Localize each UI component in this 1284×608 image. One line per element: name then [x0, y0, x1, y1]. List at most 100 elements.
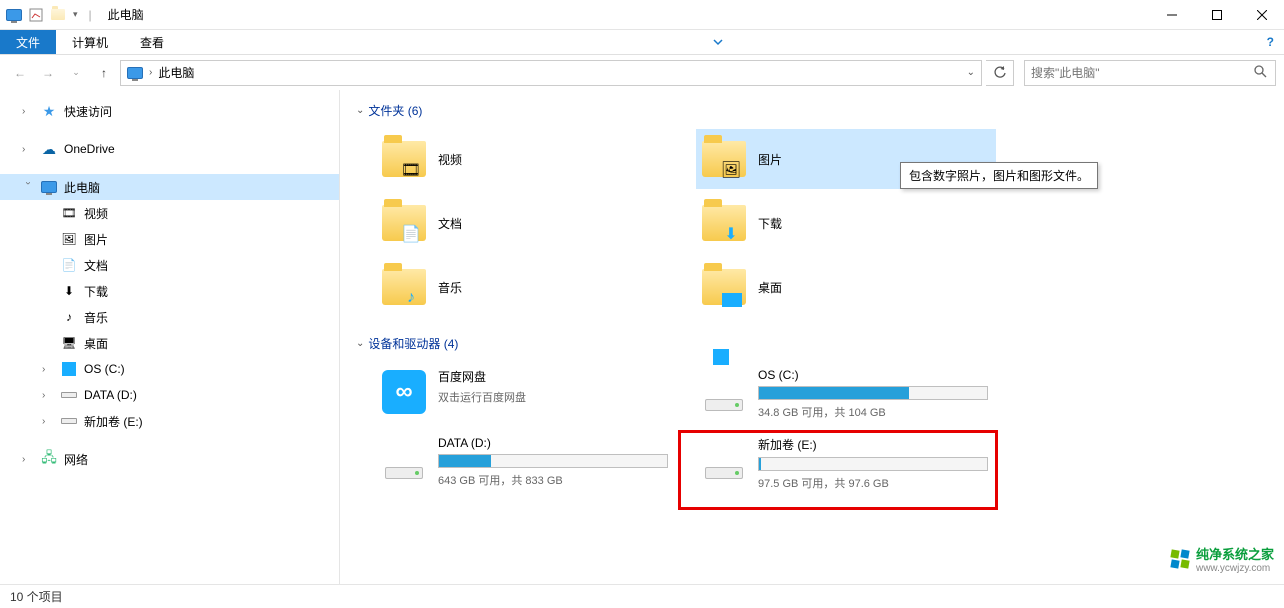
baidu-icon: ∞ [380, 368, 428, 416]
folder-item-videos[interactable]: 🎞 视频 [376, 129, 676, 189]
content-area: ⌄ 文件夹 (6) 🎞 视频 🖼 图片 📄 文档 ⬇ 下载 ♪ 音乐 [340, 90, 1284, 584]
ribbon-tab-computer[interactable]: 计算机 [56, 30, 124, 54]
chevron-down-icon: ⌄ [356, 105, 364, 116]
sidebar-item-quick-access[interactable]: › ★ 快速访问 [0, 98, 339, 124]
sidebar-item-pictures[interactable]: 🖼 图片 [0, 226, 339, 252]
qat-dropdown[interactable]: ▾ [70, 9, 81, 20]
chevron-right-icon[interactable]: › [42, 390, 54, 401]
sidebar-item-onedrive[interactable]: › ☁ OneDrive [0, 136, 339, 162]
drive-icon [60, 412, 78, 430]
tree-label: DATA (D:) [84, 388, 137, 402]
sidebar-item-drive-c[interactable]: › OS (C:) [0, 356, 339, 382]
sidebar-item-drive-e[interactable]: › 新加卷 (E:) [0, 408, 339, 434]
videos-folder-icon: 🎞 [380, 135, 428, 183]
folder-item-music[interactable]: ♪ 音乐 [376, 257, 676, 317]
drive-usage-bar [758, 457, 988, 471]
watermark: 纯净系统之家 www.ycwjzy.com [1170, 544, 1274, 574]
chevron-right-icon[interactable]: › [22, 454, 34, 465]
tree-label: 视频 [84, 205, 108, 222]
folder-item-documents[interactable]: 📄 文档 [376, 193, 676, 253]
music-icon: ♪ [60, 308, 78, 326]
drive-item-e[interactable]: 新加卷 (E:) 97.5 GB 可用，共 97.6 GB [696, 430, 996, 497]
search-box[interactable] [1024, 60, 1276, 86]
chevron-right-icon[interactable]: › [22, 106, 34, 117]
statusbar: 10 个项目 [0, 584, 1284, 608]
sidebar-item-desktop[interactable]: 🖥 桌面 [0, 330, 339, 356]
nav-back-button[interactable]: ← [8, 61, 32, 85]
videos-icon: 🎞 [60, 204, 78, 222]
status-item-count: 10 个项目 [10, 588, 63, 605]
ribbon-help-icon[interactable]: ? [1257, 30, 1284, 54]
star-icon: ★ [40, 102, 58, 120]
app-icon [6, 7, 22, 23]
pictures-icon: 🖼 [60, 230, 78, 248]
tree-label: 图片 [84, 231, 108, 248]
drive-usage-bar [758, 386, 988, 400]
address-segment[interactable]: 此电脑 [158, 64, 194, 81]
nav-forward-button[interactable]: → [36, 61, 60, 85]
sidebar-item-documents[interactable]: 📄 文档 [0, 252, 339, 278]
window-title: 此电脑 [108, 6, 144, 23]
tooltip: 包含数字照片，图片和图形文件。 [900, 162, 1098, 189]
folder-label: 视频 [438, 151, 462, 168]
tree-label: 网络 [64, 451, 88, 468]
monitor-icon [40, 178, 58, 196]
sidebar-item-this-pc[interactable]: › 此电脑 [0, 174, 339, 200]
drive-name: 百度网盘 [438, 368, 672, 385]
drive-item-d[interactable]: DATA (D:) 643 GB 可用，共 833 GB [376, 430, 676, 497]
sidebar: › ★ 快速访问 › ☁ OneDrive › 此电脑 🎞 视频 🖼 图片 📄 … [0, 90, 340, 584]
search-icon[interactable] [1253, 64, 1269, 81]
address-bar[interactable]: › 此电脑 ⌄ [120, 60, 982, 86]
sidebar-item-videos[interactable]: 🎞 视频 [0, 200, 339, 226]
tree-label: 桌面 [84, 335, 108, 352]
chevron-right-icon[interactable]: › [22, 144, 34, 155]
search-input[interactable] [1031, 66, 1253, 80]
chevron-down-icon: ⌄ [356, 338, 364, 349]
pictures-folder-icon: 🖼 [700, 135, 748, 183]
drive-status: 34.8 GB 可用，共 104 GB [758, 404, 992, 420]
drive-name: 新加卷 (E:) [758, 436, 992, 453]
group-title: 文件夹 (6) [368, 102, 422, 119]
maximize-button[interactable] [1194, 0, 1239, 30]
documents-folder-icon: 📄 [380, 199, 428, 247]
close-button[interactable] [1239, 0, 1284, 30]
minimize-button[interactable] [1149, 0, 1194, 30]
nav-up-button[interactable]: ↑ [92, 61, 116, 85]
address-chevron-icon[interactable]: › [149, 67, 152, 78]
drive-icon [380, 436, 428, 484]
nav-recent-dropdown[interactable]: ⌄ [64, 61, 88, 85]
address-dropdown-icon[interactable]: ⌄ [967, 67, 975, 78]
drive-item-baidu[interactable]: ∞ 百度网盘 双击运行百度网盘 [376, 362, 676, 426]
sidebar-item-drive-d[interactable]: › DATA (D:) [0, 382, 339, 408]
address-icon [127, 65, 143, 81]
sidebar-item-music[interactable]: ♪ 音乐 [0, 304, 339, 330]
watermark-url: www.ycwjzy.com [1196, 563, 1274, 574]
folder-label: 音乐 [438, 279, 462, 296]
qat-properties-icon[interactable] [26, 7, 46, 23]
chevron-down-icon[interactable]: › [23, 181, 34, 193]
chevron-right-icon[interactable]: › [42, 416, 54, 427]
qat-newfolder-icon[interactable] [50, 7, 66, 23]
folder-item-downloads[interactable]: ⬇ 下载 [696, 193, 996, 253]
drive-item-c[interactable]: OS (C:) 34.8 GB 可用，共 104 GB [696, 362, 996, 426]
sidebar-item-network[interactable]: › 🖧 网络 [0, 446, 339, 472]
tree-label: OS (C:) [84, 362, 125, 376]
chevron-right-icon[interactable]: › [42, 364, 54, 375]
tree-label: 音乐 [84, 309, 108, 326]
ribbon-tab-file[interactable]: 文件 [0, 30, 56, 54]
group-header-folders[interactable]: ⌄ 文件夹 (6) [356, 98, 1268, 129]
sidebar-item-downloads[interactable]: ⬇ 下载 [0, 278, 339, 304]
cloud-icon: ☁ [40, 140, 58, 158]
ribbon-expand[interactable] [702, 30, 734, 54]
ribbon-tab-view[interactable]: 查看 [124, 30, 180, 54]
drive-status: 643 GB 可用，共 833 GB [438, 472, 672, 488]
refresh-button[interactable] [986, 60, 1014, 86]
tree-label: 新加卷 (E:) [84, 413, 143, 430]
folder-label: 下载 [758, 215, 782, 232]
folder-item-desktop[interactable]: 桌面 [696, 257, 996, 317]
folder-label: 桌面 [758, 279, 782, 296]
documents-icon: 📄 [60, 256, 78, 274]
windows-icon [60, 360, 78, 378]
drive-usage-bar [438, 454, 668, 468]
group-header-devices[interactable]: ⌄ 设备和驱动器 (4) [356, 331, 1268, 362]
